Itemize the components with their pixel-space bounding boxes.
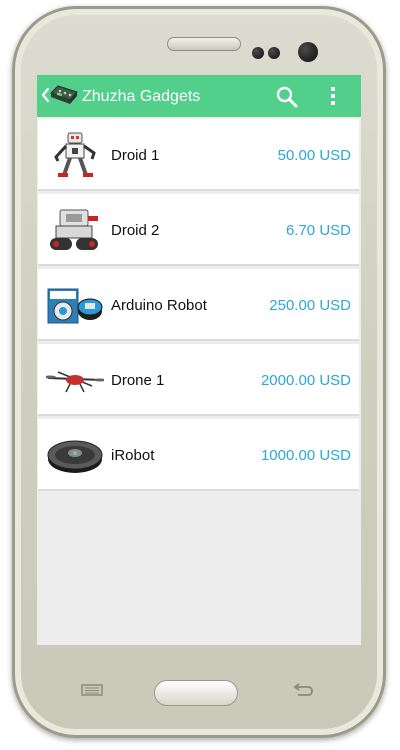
- circuit-board-logo-icon[interactable]: [49, 84, 79, 106]
- product-name: Droid 1: [111, 147, 160, 164]
- back-button[interactable]: [292, 682, 314, 698]
- product-name: Arduino Robot: [111, 297, 207, 314]
- list-item[interactable]: Drone 1 2000.00 USD: [38, 344, 359, 416]
- home-button[interactable]: [154, 680, 238, 706]
- product-price: 1000.00 USD: [260, 447, 351, 464]
- list-item[interactable]: Droid 2 6.70 USD: [38, 194, 359, 266]
- screen: Zhuzha Gadgets Droid 1 50.00 USD Droid 2…: [37, 75, 361, 645]
- list-item[interactable]: iRobot 1000.00 USD: [38, 419, 359, 491]
- product-price: 6.70 USD: [285, 222, 351, 239]
- menu-button[interactable]: [81, 684, 103, 696]
- action-bar: Zhuzha Gadgets: [37, 75, 361, 117]
- light-sensor: [268, 47, 280, 59]
- product-price: 50.00 USD: [277, 147, 351, 164]
- app-title: Zhuzha Gadgets: [82, 88, 201, 105]
- list-item[interactable]: Arduino Robot 250.00 USD: [38, 269, 359, 341]
- earpiece-speaker: [167, 37, 241, 51]
- product-name: Droid 2: [111, 222, 160, 239]
- list-item[interactable]: Droid 1 50.00 USD: [38, 119, 359, 191]
- product-name: iRobot: [111, 447, 155, 464]
- robot-vacuum-thumbnail: [47, 440, 103, 473]
- product-price: 250.00 USD: [269, 297, 351, 314]
- drone-thumbnail: [46, 371, 104, 393]
- search-icon[interactable]: [275, 85, 299, 109]
- arduino-robot-thumbnail: [47, 288, 103, 324]
- overflow-menu-icon[interactable]: [328, 85, 338, 107]
- proximity-sensor: [252, 47, 264, 59]
- tracked-robot-thumbnail: [50, 209, 98, 250]
- front-camera: [298, 42, 318, 62]
- product-name: Drone 1: [111, 372, 165, 389]
- product-price: 2000.00 USD: [260, 372, 351, 389]
- humanoid-robot-thumbnail: [54, 132, 96, 177]
